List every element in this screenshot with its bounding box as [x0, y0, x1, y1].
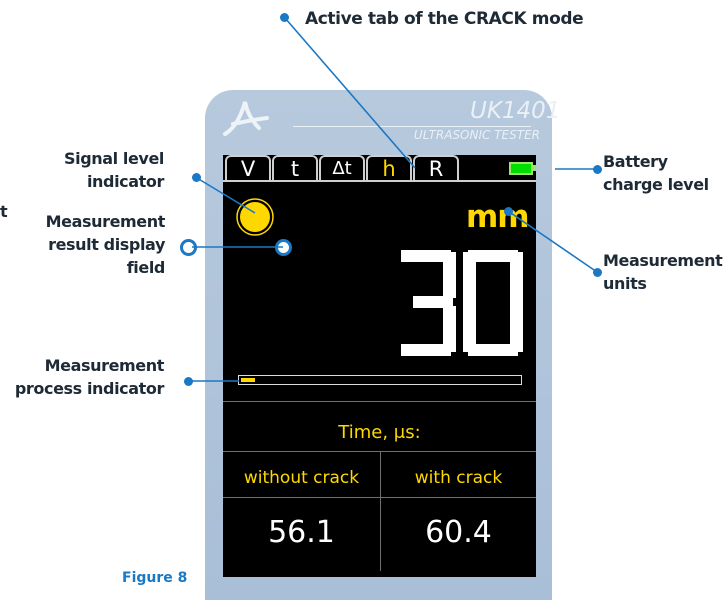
battery-line2: charge level: [603, 175, 709, 194]
units-line1: Measurement: [603, 251, 723, 270]
device-screen: V t Δt h R mm 30 Time, μs: without crack…: [223, 155, 536, 577]
column-without-crack: without crack: [243, 468, 360, 488]
value-without-crack: 56.1: [268, 515, 335, 550]
figure-caption: Figure 8: [122, 570, 188, 586]
measurement-units: mm: [466, 199, 530, 235]
progress-fill: [241, 378, 255, 382]
tab-v[interactable]: V: [225, 155, 271, 181]
signal-level-icon: [236, 198, 274, 236]
dot-battery: [593, 165, 602, 174]
tab-t[interactable]: t: [272, 155, 318, 181]
battery-icon: [509, 162, 533, 175]
time-label: Time, μs:: [338, 422, 421, 443]
edge-cut-text: t: [0, 202, 8, 221]
measurement-progress-bar: [238, 375, 522, 385]
signal-line2: indicator: [86, 172, 164, 191]
signal-line1: Signal level: [63, 149, 164, 168]
tab-r[interactable]: R: [413, 155, 459, 181]
dot-units-target: [504, 207, 513, 216]
ring-result-left: [180, 239, 197, 256]
panel-sub-line: [223, 497, 536, 498]
callout-units: Measurement units: [603, 249, 723, 295]
measurement-reading: [401, 250, 523, 356]
dot-active-tab: [280, 13, 289, 22]
process-line2: process indicator: [14, 379, 165, 398]
callout-result-field: Measurement result display field: [24, 210, 166, 279]
tab-baseline: [223, 180, 536, 182]
panel-top-line: [223, 401, 536, 402]
result-line1: Measurement: [45, 212, 166, 231]
result-line2: result display: [48, 235, 165, 254]
tab-delta-t[interactable]: Δt: [319, 155, 365, 180]
device-subtitle: ULTRASONIC TESTER: [413, 128, 540, 142]
tab-h[interactable]: h: [366, 155, 412, 181]
callout-process-indicator: Measurement process indicator: [6, 354, 165, 400]
process-line1: Measurement: [44, 356, 165, 375]
battery-line1: Battery: [603, 152, 668, 171]
column-with-crack: with crack: [414, 468, 503, 488]
dot-process: [184, 377, 193, 386]
device-model: UK1401: [470, 98, 561, 124]
callout-signal-level: Signal level indicator: [24, 147, 164, 193]
callout-battery: Battery charge level: [603, 150, 723, 196]
ring-result-right: [275, 239, 292, 256]
callout-active-tab: Active tab of the CRACK mode: [305, 9, 584, 29]
units-line2: units: [603, 274, 647, 293]
a-logo-icon: [223, 96, 275, 143]
dot-signal: [192, 173, 201, 182]
value-with-crack: 60.4: [425, 515, 492, 550]
logo-rule: [293, 126, 531, 127]
result-line3: field: [126, 258, 166, 277]
dot-units: [593, 268, 602, 277]
battery-tip: [533, 165, 536, 171]
